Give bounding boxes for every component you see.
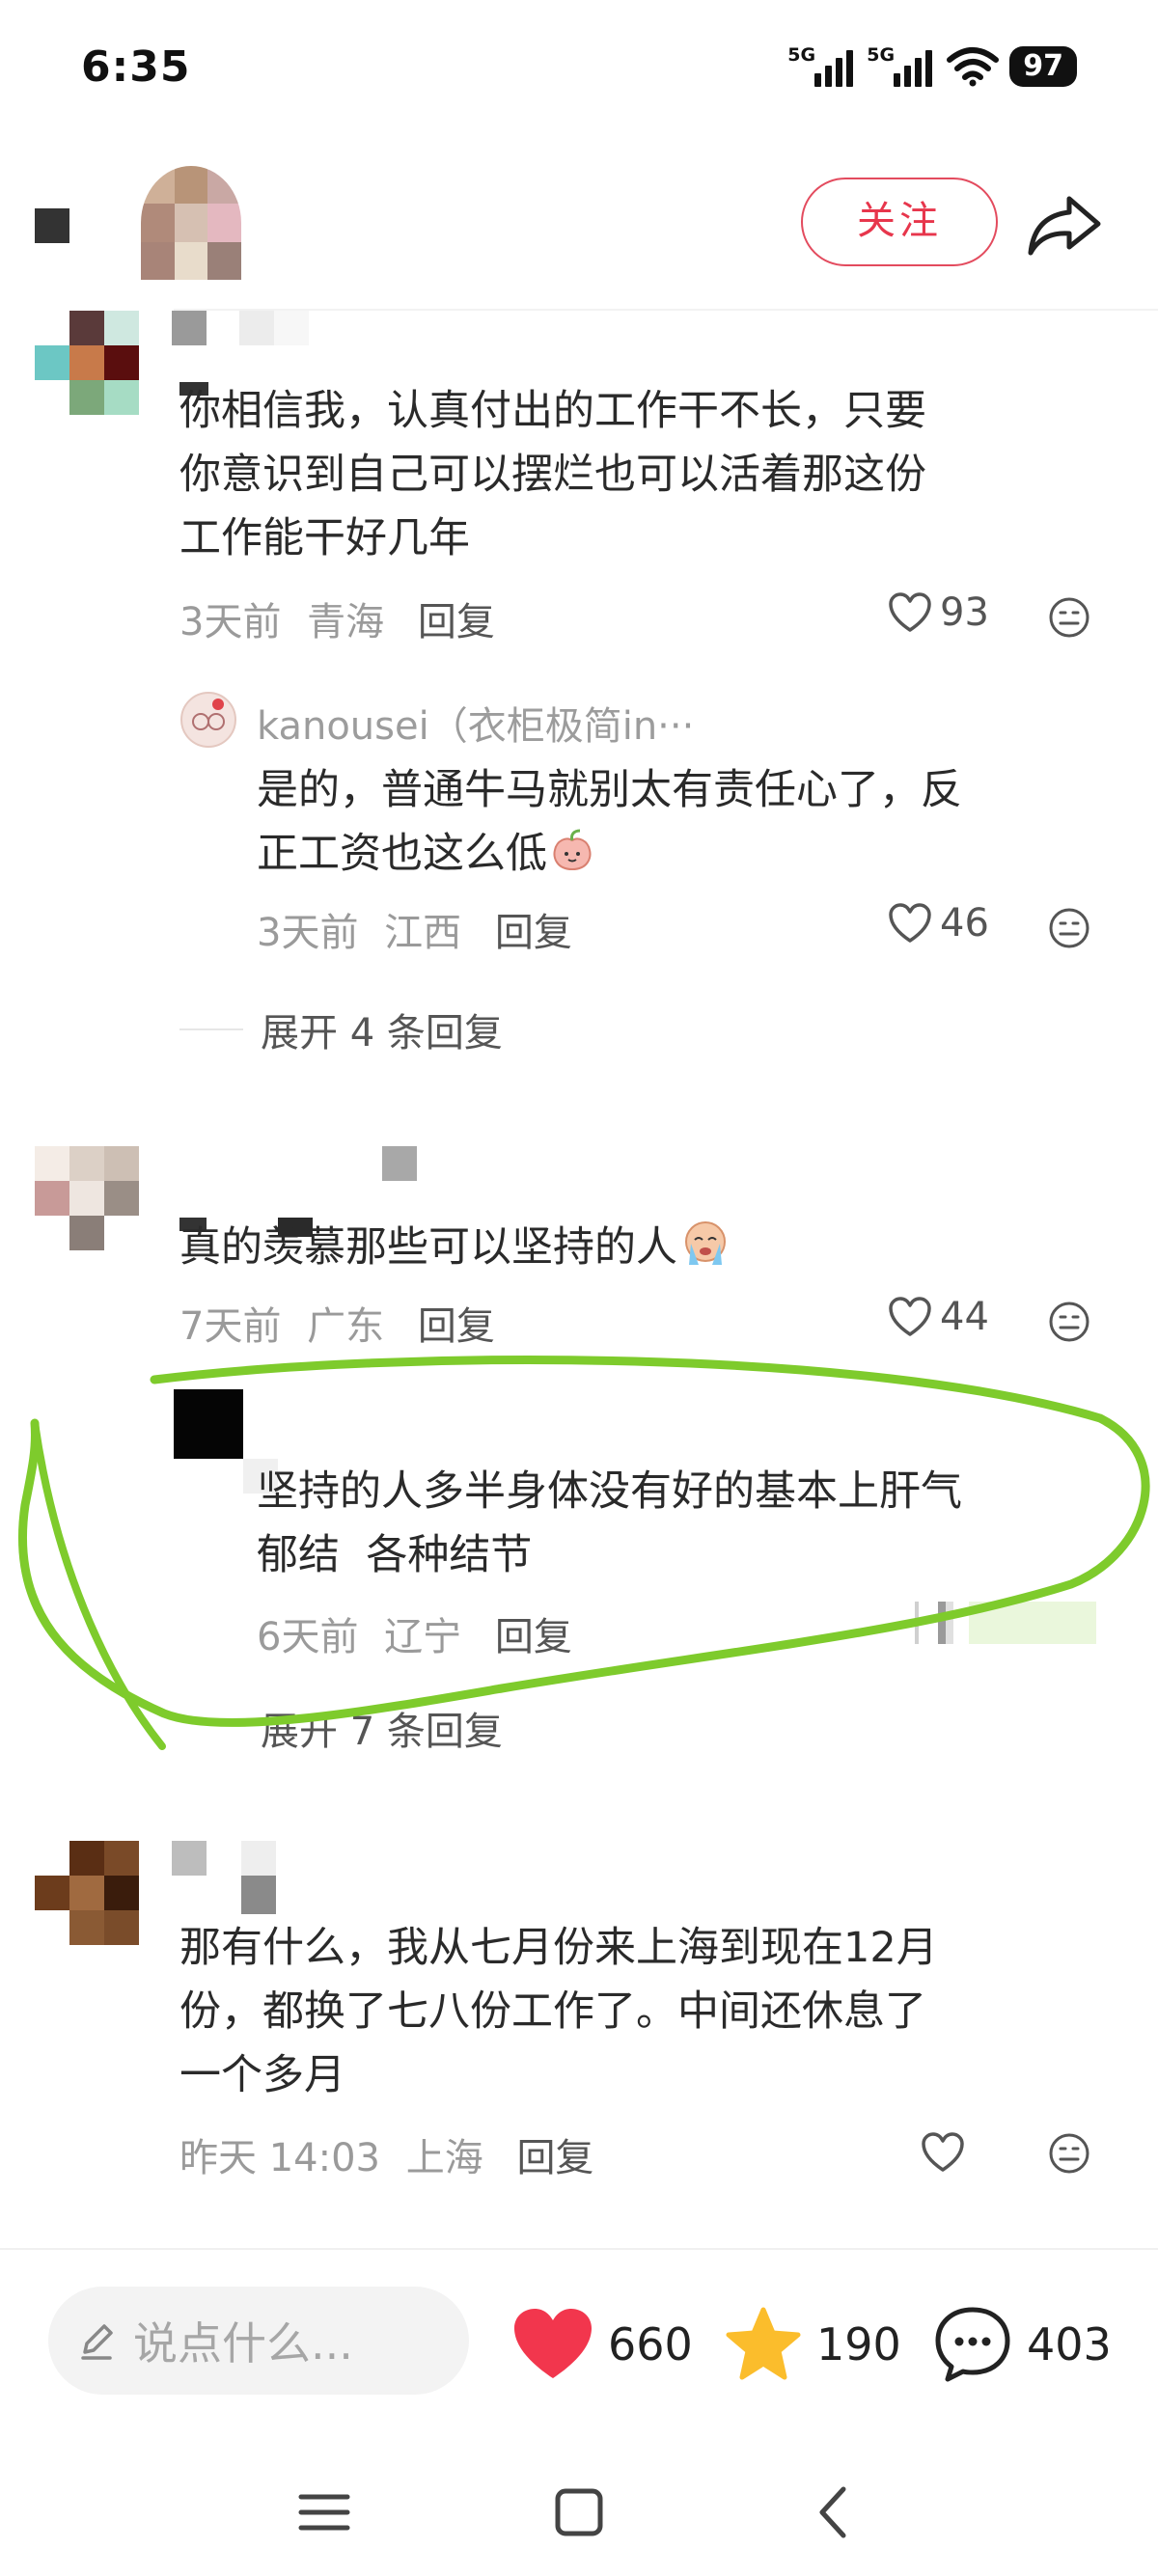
favorite-button[interactable]: 190: [724, 2296, 901, 2393]
like-button[interactable]: 93: [888, 590, 989, 635]
avatar[interactable]: [35, 311, 139, 415]
status-bar: 6:35 5G 5G 97: [0, 0, 1158, 135]
reply-location: 辽宁: [384, 1615, 462, 1659]
comment-text: 那有什么，我从七月份来上海到现在12月: [179, 1924, 938, 1972]
reply-meta: 3天前 江西 回复: [257, 901, 572, 957]
comment-text: 一个多月: [179, 2051, 345, 2099]
username-mosaic[interactable]: [382, 1146, 417, 1181]
comment-location: 广东: [307, 1304, 385, 1349]
reply-button[interactable]: 回复: [418, 1304, 495, 1349]
status-time: 6:35: [81, 42, 191, 92]
reply-location: 江西: [384, 911, 462, 955]
author-avatar[interactable]: [141, 166, 241, 280]
reply-button[interactable]: 回复: [495, 911, 572, 955]
username-mosaic[interactable]: [172, 1841, 207, 1876]
username-mosaic[interactable]: [172, 311, 207, 345]
emoji-reaction-icon[interactable]: [1048, 596, 1090, 639]
system-nav-bar: [0, 2451, 1158, 2576]
like-count: 44: [940, 1295, 989, 1339]
username-mosaic[interactable]: [274, 311, 309, 345]
pencil-icon: [81, 2324, 113, 2360]
share-icon[interactable]: [1025, 191, 1102, 259]
comment-text: 份，都换了七八份工作了。中间还休息了: [179, 1987, 926, 2036]
like-button[interactable]: 44: [888, 1295, 989, 1339]
username-mosaic[interactable]: [239, 311, 274, 345]
divider: [174, 309, 1158, 311]
reply-avatar[interactable]: [174, 1389, 243, 1459]
heart-filled-icon: [514, 2309, 592, 2378]
reply-avatar[interactable]: [179, 691, 237, 749]
reply-time: 6天前: [257, 1615, 359, 1659]
comment-text: 你相信我，认真付出的工作干不长，只要: [179, 387, 926, 435]
divider: [0, 2248, 1158, 2250]
reply-time: 3天前: [257, 911, 359, 955]
comment-time: 昨天 14:03: [179, 2136, 380, 2180]
battery-indicator: 97: [1009, 46, 1077, 87]
comment-time: 3天前: [179, 600, 282, 644]
username-mosaic: [241, 1876, 276, 1914]
heart-outline-icon: [889, 592, 931, 632]
comment-location: 上海: [405, 2136, 483, 2180]
emoji-reaction-icon[interactable]: [1048, 2132, 1090, 2175]
home-icon[interactable]: [540, 2474, 618, 2551]
reply-text: 是的，普通牛马就别太有责任心了，反: [257, 766, 962, 814]
comment-location: 青海: [307, 600, 385, 644]
comment-meta: 3天前 青海 回复: [179, 590, 495, 646]
reply-text: 坚持的人多半身体没有好的基本上肝气: [257, 1467, 962, 1516]
comment-text: 工作能干好几年: [179, 514, 470, 562]
like-count: 46: [940, 901, 989, 945]
like-post-button[interactable]: 660: [511, 2296, 693, 2393]
reply-button[interactable]: 回复: [495, 1615, 572, 1659]
comment-input-placeholder: 说点什么...: [133, 2317, 353, 2370]
comment-time: 7天前: [179, 1304, 282, 1349]
signal-icon: 5G: [867, 44, 936, 87]
like-button[interactable]: 46: [888, 901, 989, 945]
avatar[interactable]: [35, 1841, 139, 1945]
crying-emoji-icon: [685, 1221, 726, 1265]
heart-outline-icon[interactable]: [921, 2132, 965, 2173]
comment-input[interactable]: 说点什么...: [48, 2287, 469, 2395]
reaction-mosaic[interactable]: [903, 1602, 1096, 1644]
peach-emoji-icon: [553, 829, 592, 871]
expand-replies-button[interactable]: 展开 7 条回复: [179, 1700, 503, 1756]
favorite-count: 190: [816, 2318, 901, 2370]
status-icons: 5G 5G 97: [787, 42, 1077, 91]
post-header: 关注: [0, 145, 1158, 299]
wifi-icon: [947, 47, 1000, 87]
reply-text: 正工资也这么低: [257, 822, 597, 886]
comment-count: 403: [1027, 2318, 1112, 2370]
comment-text: 你意识到自己可以摆烂也可以活着那这份: [179, 451, 926, 499]
comment-meta: 昨天 14:03 上海 回复: [179, 2126, 593, 2182]
chat-bubble-icon: [935, 2307, 1010, 2382]
reply-button[interactable]: 回复: [516, 2136, 593, 2180]
comment-text: 真的羡慕那些可以坚持的人: [179, 1215, 733, 1279]
reply-username[interactable]: kanousei（衣柜极简in···: [257, 695, 694, 751]
heart-outline-icon: [889, 1297, 931, 1336]
comments-button[interactable]: 403: [932, 2296, 1112, 2393]
back-button[interactable]: [35, 208, 69, 243]
emoji-reaction-icon[interactable]: [1048, 1301, 1090, 1343]
emoji-reaction-icon[interactable]: [1048, 907, 1090, 949]
reply-button[interactable]: 回复: [418, 600, 495, 644]
reply-meta: 6天前 辽宁 回复: [257, 1605, 572, 1661]
like-count: 93: [940, 590, 989, 635]
signal-icon: 5G: [787, 44, 857, 87]
heart-outline-icon: [889, 903, 931, 943]
back-icon[interactable]: [797, 2474, 874, 2551]
star-filled-icon: [726, 2307, 801, 2380]
avatar[interactable]: [35, 1146, 139, 1250]
reply-text: 郁结 各种结节: [257, 1531, 533, 1579]
username-mosaic[interactable]: [241, 1841, 276, 1876]
menu-icon[interactable]: [286, 2474, 363, 2551]
follow-button[interactable]: 关注: [801, 178, 998, 266]
expand-replies-button[interactable]: 展开 4 条回复: [179, 1001, 503, 1057]
like-count: 660: [608, 2318, 693, 2370]
comment-meta: 7天前 广东 回复: [179, 1295, 495, 1351]
